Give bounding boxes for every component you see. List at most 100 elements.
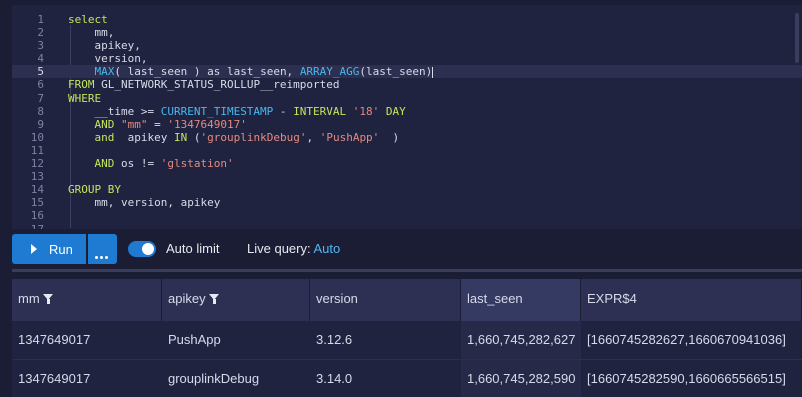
pane-divider[interactable]: [12, 269, 802, 272]
auto-limit-label: Auto limit: [166, 241, 220, 256]
code-line[interactable]: 1 select: [12, 13, 802, 26]
code-token: ): [379, 130, 400, 144]
column-header[interactable]: apikey: [162, 279, 310, 321]
column-header[interactable]: version: [310, 279, 461, 321]
code-token: (last_seen): [359, 65, 433, 79]
code-line[interactable]: 6 FROM GL_NETWORK_STATUS_ROLLUP__reimport…: [12, 78, 802, 91]
code-line[interactable]: 15 mm, version, apikey: [12, 196, 802, 209]
code-text: FROM GL_NETWORK_STATUS_ROLLUP__reimporte…: [68, 78, 340, 91]
code-text: version,: [68, 52, 147, 65]
code-token: MAX: [94, 65, 115, 79]
line-number: 5: [37, 65, 44, 79]
line-number: 12: [30, 157, 44, 171]
table-cell[interactable]: 1,660,745,282,590: [461, 360, 581, 397]
results-table: mm apikey version last_seen EXPR$4 134764901…: [12, 279, 802, 397]
code-token: FROM: [68, 78, 95, 92]
table-cell[interactable]: 1347649017: [12, 321, 162, 359]
table-cell[interactable]: 3.12.6: [310, 321, 461, 359]
code-token: apikey,: [68, 39, 141, 53]
code-token: IN: [173, 130, 188, 144]
query-toolbar: Run Auto limit Live query: Auto: [12, 234, 802, 264]
code-token: and: [94, 130, 115, 144]
filter-icon[interactable]: [208, 294, 220, 304]
more-dots-icon: [95, 247, 110, 262]
line-number: 4: [37, 52, 44, 66]
results-header: mm apikey version last_seen EXPR$4: [12, 279, 802, 321]
line-number: 3: [37, 39, 44, 53]
column-header[interactable]: EXPR$4: [581, 279, 802, 321]
auto-limit-toggle[interactable]: [128, 241, 156, 257]
code-text: and apikey IN ('grouplinkDebug', 'PushAp…: [68, 130, 400, 144]
code-token: 'PushApp': [319, 130, 380, 144]
live-query-value[interactable]: Auto: [314, 241, 341, 256]
more-options-button[interactable]: [88, 234, 117, 264]
code-line[interactable]: 11: [12, 144, 802, 157]
code-token: INTERVAL: [293, 104, 347, 118]
toggle-knob: [142, 243, 154, 255]
code-lines[interactable]: 1 select 2 mm, 3 apikey, 4 version, 5 MAX( la…: [12, 13, 802, 229]
code-token: '1347649017': [167, 117, 247, 131]
live-query: Live query: Auto: [247, 241, 340, 256]
code-line[interactable]: 14 GROUP BY: [12, 183, 802, 196]
code-line[interactable]: 16: [12, 209, 802, 222]
line-number: 13: [30, 170, 44, 184]
line-number: 11: [30, 143, 44, 157]
code-line[interactable]: 2 mm,: [12, 26, 802, 39]
line-number: 15: [30, 196, 44, 210]
line-number: 17: [30, 222, 44, 230]
column-header-label: apikey: [168, 291, 206, 306]
table-cell[interactable]: [1660745282590,1660665566515]: [581, 360, 802, 397]
code-line[interactable]: 8 __time >= CURRENT_TIMESTAMP - INTERVAL…: [12, 105, 802, 118]
column-header[interactable]: last_seen: [461, 279, 581, 321]
code-token: WHERE: [68, 91, 102, 105]
table-cell[interactable]: 1,660,745,282,627: [461, 321, 581, 359]
code-line[interactable]: 13: [12, 170, 802, 183]
column-header[interactable]: mm: [12, 279, 162, 321]
code-token: select: [68, 13, 108, 26]
code-line[interactable]: 5 MAX( last_seen ) as last_seen, ARRAY_A…: [12, 65, 802, 79]
code-line[interactable]: 4 version,: [12, 52, 802, 65]
code-line[interactable]: 9 AND "mm" = '1347649017': [12, 118, 802, 131]
code-text: select: [68, 13, 108, 26]
table-cell[interactable]: [1660745282627,1660670941036]: [581, 321, 802, 359]
code-token: GROUP BY: [68, 183, 121, 197]
table-row[interactable]: 1347649017 PushApp 3.12.6 1,660,745,282,627…: [12, 321, 802, 360]
line-number: 6: [37, 78, 44, 92]
code-token: version,: [68, 52, 148, 66]
code-text: AND "mm" = '1347649017': [68, 118, 247, 131]
code-token: os !=: [114, 157, 161, 171]
line-number: 2: [37, 26, 44, 40]
code-token: 'grouplinkDebug': [200, 130, 307, 144]
code-line[interactable]: 10 and apikey IN ('grouplinkDebug', 'Pus…: [12, 131, 802, 144]
code-line[interactable]: 17: [12, 223, 802, 230]
column-header-label: version: [316, 291, 358, 306]
table-cell[interactable]: grouplinkDebug: [162, 360, 310, 397]
code-token: AND: [94, 157, 115, 171]
code-line[interactable]: 12 AND os != 'glstation': [12, 157, 802, 170]
code-line[interactable]: 7 WHERE: [12, 92, 802, 105]
filter-icon[interactable]: [42, 294, 54, 304]
table-cell[interactable]: 1347649017: [12, 360, 162, 397]
code-token: (: [187, 130, 201, 144]
sql-editor[interactable]: 1 select 2 mm, 3 apikey, 4 version, 5 MAX( la…: [12, 5, 802, 229]
run-button[interactable]: Run: [12, 234, 86, 264]
editor-scrollbar[interactable]: [795, 13, 799, 63]
code-token: GL_NETWORK_STATUS_ROLLUP__reimported: [94, 78, 340, 92]
code-token: mm,: [68, 26, 115, 40]
code-token: =: [147, 117, 168, 131]
code-token: DAY: [385, 104, 406, 118]
code-token: ,: [306, 130, 320, 144]
code-text: __time >= CURRENT_TIMESTAMP - INTERVAL '…: [68, 104, 406, 118]
table-row[interactable]: 1347649017 grouplinkDebug 3.14.0 1,660,745,…: [12, 360, 802, 397]
code-token: ( last_seen ) as last_seen,: [114, 65, 300, 79]
code-line[interactable]: 3 apikey,: [12, 39, 802, 52]
code-token: -: [273, 104, 294, 118]
line-number: 14: [30, 183, 44, 197]
code-text: AND os != 'glstation': [68, 157, 234, 170]
live-query-label: Live query:: [247, 241, 311, 256]
table-cell[interactable]: 3.14.0: [310, 360, 461, 397]
code-text: MAX( last_seen ) as last_seen, ARRAY_AGG…: [68, 65, 434, 79]
table-cell[interactable]: PushApp: [162, 321, 310, 359]
